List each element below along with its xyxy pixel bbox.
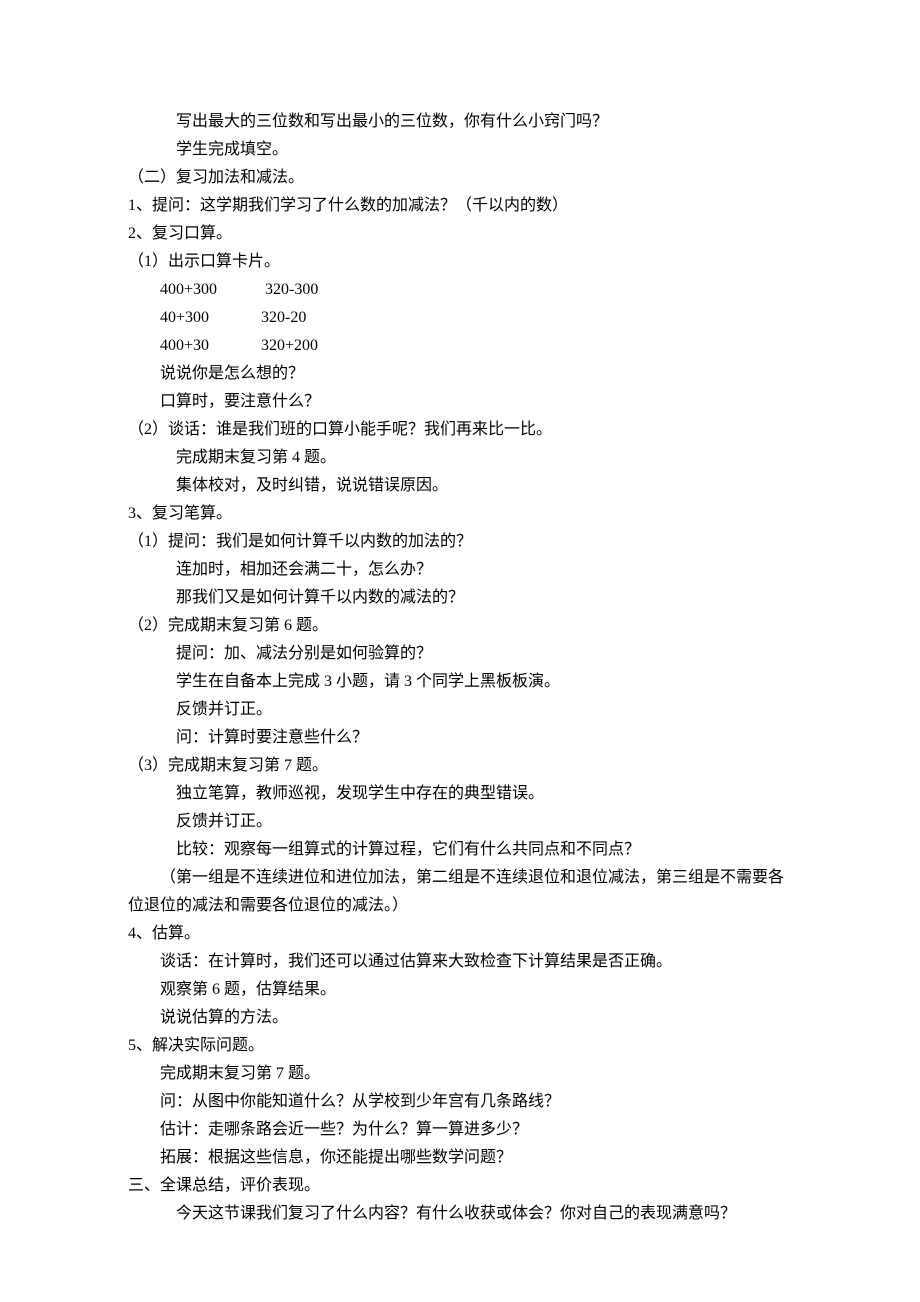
text-line: 说说估算的方法。 [160,1004,792,1032]
text-line: 比较：观察每一组算式的计算过程，它们有什么共同点和不同点？ [176,836,792,864]
text-line: （2）完成期末复习第 6 题。 [128,612,792,640]
text-line: 提问：加、减法分别是如何验算的？ [176,640,792,668]
text-line: 拓展：根据这些信息，你还能提出哪些数学问题？ [160,1144,792,1172]
text-line: （二）复习加法和减法。 [128,164,792,192]
text-line: 完成期末复习第 7 题。 [160,1060,792,1088]
text-line: 400+300 320-300 [160,276,792,304]
text-line: 写出最大的三位数和写出最小的三位数，你有什么小窍门吗？ [176,108,792,136]
text-line: 独立笔算，教师巡视，发现学生中存在的典型错误。 [176,780,792,808]
text-line: 学生在自备本上完成 3 小题，请 3 个同学上黑板板演。 [176,668,792,696]
text-line: 口算时，要注意什么？ [160,388,792,416]
text-line: 学生完成填空。 [176,136,792,164]
text-line: 完成期末复习第 4 题。 [176,444,792,472]
text-line: 400+30 320+200 [160,332,792,360]
text-line: 问：从图中你能知道什么？从学校到少年宫有几条路线？ [160,1088,792,1116]
text-line: 说说你是怎么想的？ [160,360,792,388]
text-line: 三、全课总结，评价表现。 [128,1172,792,1200]
text-line: 4、估算。 [128,920,792,948]
text-line: 问：计算时要注意些什么？ [176,724,792,752]
text-line: 那我们又是如何计算千以内数的减法的？ [176,584,792,612]
text-line: 集体校对，及时纠错，说说错误原因。 [176,472,792,500]
text-line: （第一组是不连续进位和进位加法，第二组是不连续退位和退位减法，第三组是不需要各 [160,864,792,892]
text-line: 反馈并订正。 [176,808,792,836]
text-line: 5、解决实际问题。 [128,1032,792,1060]
text-line: 40+300 320-20 [160,304,792,332]
document-content: 写出最大的三位数和写出最小的三位数，你有什么小窍门吗？学生完成填空。（二）复习加… [128,108,792,1228]
text-line: 位退位的减法和需要各位退位的减法。） [128,892,792,920]
text-line: 连加时，相加还会满二十，怎么办？ [176,556,792,584]
text-line: 2、复习口算。 [128,220,792,248]
document-page: 写出最大的三位数和写出最小的三位数，你有什么小窍门吗？学生完成填空。（二）复习加… [0,0,920,1268]
text-line: 3、复习笔算。 [128,500,792,528]
text-line: （2）谈话：谁是我们班的口算小能手呢？我们再来比一比。 [128,416,792,444]
text-line: 谈话：在计算时，我们还可以通过估算来大致检查下计算结果是否正确。 [160,948,792,976]
text-line: （1）出示口算卡片。 [128,248,792,276]
text-line: 1、提问：这学期我们学习了什么数的加减法？（千以内的数） [128,192,792,220]
text-line: （1）提问：我们是如何计算千以内数的加法的？ [128,528,792,556]
text-line: 反馈并订正。 [176,696,792,724]
text-line: 观察第 6 题，估算结果。 [160,976,792,1004]
text-line: （3）完成期末复习第 7 题。 [128,752,792,780]
text-line: 今天这节课我们复习了什么内容？有什么收获或体会？你对自己的表现满意吗？ [176,1200,792,1228]
text-line: 估计：走哪条路会近一些？为什么？算一算进多少？ [160,1116,792,1144]
